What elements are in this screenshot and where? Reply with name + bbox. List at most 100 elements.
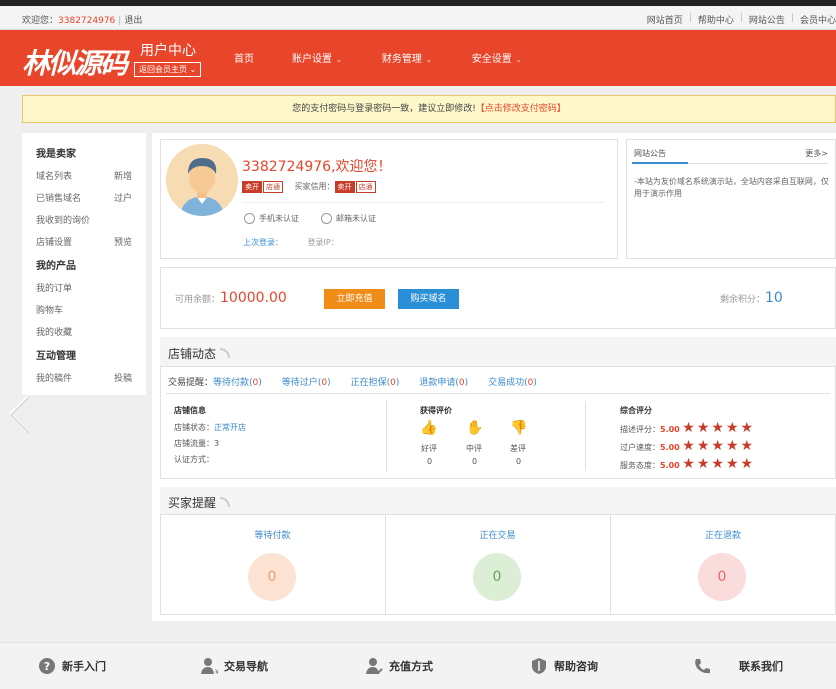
balance-label: 可用余额： bbox=[175, 295, 221, 305]
back-to-member-select[interactable]: 返回会员主页 ⌄ bbox=[134, 62, 202, 77]
shop-status-row: 店铺状态：正常开店 bbox=[174, 422, 246, 433]
sidebar-item-favorites[interactable]: 我的收藏 bbox=[36, 325, 72, 338]
home-link[interactable]: 网站首页 bbox=[647, 13, 683, 26]
sidebar-item-add[interactable]: 新增 bbox=[114, 169, 132, 182]
footer-contact-label: 联系我们 bbox=[739, 660, 783, 673]
shop-traffic-label: 店铺流量： bbox=[174, 439, 214, 448]
remind-trading-count[interactable]: 0 bbox=[473, 553, 521, 601]
shop-dynamics-title: 店铺动态 bbox=[168, 345, 231, 362]
site-logo[interactable]: 林似源码 bbox=[22, 42, 128, 82]
trade-tips-label: 交易提醒： bbox=[168, 378, 214, 388]
remind-refunding-label[interactable]: 正在退款 bbox=[610, 528, 836, 541]
divider bbox=[242, 202, 604, 203]
help-center-link[interactable]: 帮助中心 bbox=[698, 13, 734, 26]
recharge-button[interactable]: 立即充值 bbox=[324, 289, 385, 309]
announcement-content[interactable]: -本站为友价域名系统演示站，全站内容采自互联网，仅用于演示作用 bbox=[634, 176, 830, 200]
remind-wait-pay-label[interactable]: 等待付款 bbox=[160, 528, 385, 541]
tip-wait-transfer[interactable]: 等待过户(0) bbox=[282, 375, 331, 388]
nav-account-settings[interactable]: 账户设置 ⌄ bbox=[292, 50, 342, 65]
footer-newbie-label: 新手入门 bbox=[62, 660, 106, 673]
score-value: 5.00 bbox=[660, 443, 680, 452]
nav-security-label: 安全设置 bbox=[471, 54, 512, 65]
last-login-label: 上次登录： bbox=[243, 238, 283, 247]
change-pay-password-link[interactable]: 【点击修改支付密码】 bbox=[476, 104, 566, 114]
logout-link[interactable]: 退出 bbox=[124, 16, 142, 26]
tip-wait-transfer-count: 0 bbox=[321, 378, 328, 388]
buy-domain-button[interactable]: 购买域名 bbox=[398, 289, 459, 309]
score-label: 描述评分： bbox=[620, 425, 660, 434]
tip-wait-pay[interactable]: 等待付款(0) bbox=[213, 375, 262, 388]
user-money-icon: ¥ bbox=[201, 658, 218, 675]
sidebar-item-submit[interactable]: 投稿 bbox=[114, 371, 132, 384]
star-rating-icon: ★★★★★ bbox=[682, 438, 756, 454]
nav-home[interactable]: 首页 bbox=[234, 50, 254, 65]
divider: | bbox=[790, 13, 794, 23]
credit-row: 卖开 店通 买家信用： 卖开 店通 bbox=[242, 181, 377, 193]
avatar[interactable] bbox=[166, 144, 238, 216]
tip-success[interactable]: 交易成功(0) bbox=[488, 375, 537, 388]
nav-finance[interactable]: 财务管理 ⌄ bbox=[382, 50, 432, 65]
chevron-left-icon[interactable] bbox=[4, 392, 34, 436]
hand-neutral-icon: ✋ bbox=[466, 420, 484, 436]
nav-security[interactable]: 安全设置 ⌄ bbox=[472, 50, 522, 65]
footer-trade-guide[interactable]: ¥ 交易导航 bbox=[200, 657, 268, 675]
good-rating-label: 好评 bbox=[421, 444, 437, 453]
phone-verify-status[interactable]: 手机未认证 bbox=[259, 213, 299, 224]
announcement-tab-underline bbox=[632, 162, 688, 164]
shop-dynamics-header bbox=[160, 337, 836, 367]
sidebar-item-orders[interactable]: 我的订单 bbox=[36, 281, 72, 294]
shop-status-value[interactable]: 正常开店 bbox=[214, 423, 246, 432]
points-value: 10 bbox=[765, 290, 783, 306]
score-row-speed: 过户速度：5.00 ★★★★★ bbox=[620, 438, 755, 456]
divider: | bbox=[688, 13, 692, 23]
tip-refund[interactable]: 退款申请(0) bbox=[419, 375, 468, 388]
points-row: 剩余积分： 10 bbox=[720, 290, 783, 306]
cert-label: 认证方式： bbox=[174, 455, 214, 464]
sidebar: 我是卖家 域名列表 新增 已销售域名 过户 我收到的询价 店铺设置 预览 我的产… bbox=[22, 133, 146, 395]
sidebar-item-preview[interactable]: 预览 bbox=[114, 235, 132, 248]
buyer-remind-title-text: 买家提醒 bbox=[168, 496, 217, 510]
chevron-down-icon: ⌄ bbox=[515, 56, 522, 64]
tip-guarantee[interactable]: 正在担保(0) bbox=[351, 375, 400, 388]
footer-contact[interactable]: 联系我们 bbox=[693, 657, 783, 675]
tip-guarantee-label: 正在担保 bbox=[350, 378, 387, 388]
bad-rating-count: 0 bbox=[516, 457, 522, 466]
svg-text:¥: ¥ bbox=[215, 668, 218, 675]
good-rating-count: 0 bbox=[427, 457, 433, 466]
sidebar-item-cart[interactable]: 购物车 bbox=[36, 303, 63, 316]
welcome-area: 欢迎您：3382724976 | 退出 bbox=[22, 13, 142, 26]
user-phone-link[interactable]: 3382724976 bbox=[58, 16, 115, 26]
bad-rating-label: 差评 bbox=[510, 444, 526, 453]
star-rating-icon: ★★★★★ bbox=[682, 420, 756, 436]
footer-help-label: 帮助咨询 bbox=[554, 660, 598, 673]
announcement-link[interactable]: 网站公告 bbox=[749, 13, 785, 26]
sidebar-item-inquiries[interactable]: 我收到的询价 bbox=[36, 213, 90, 226]
sidebar-item-transfer[interactable]: 过户 bbox=[114, 191, 132, 204]
nav-finance-label: 财务管理 bbox=[381, 54, 422, 65]
seller-credit-badge: 卖开 bbox=[242, 181, 262, 193]
sidebar-item-sold-domains[interactable]: 已销售域名 bbox=[36, 191, 81, 204]
announcement-more-link[interactable]: 更多> bbox=[805, 148, 828, 159]
login-info: 上次登录： 登录IP： bbox=[243, 237, 339, 248]
remind-refunding-count[interactable]: 0 bbox=[698, 553, 746, 601]
footer-recharge[interactable]: 充值方式 bbox=[365, 657, 433, 675]
trade-tips: 交易提醒： 等待付款(0) 等待过户(0) 正在担保(0) 退款申请(0) 交易… bbox=[168, 375, 537, 388]
rss-icon bbox=[220, 497, 231, 507]
top-bar: 欢迎您：3382724976 | 退出 网站首页 | 帮助中心 | 网站公告 | 会员中心 bbox=[0, 6, 836, 30]
member-center-link[interactable]: 会员中心 bbox=[800, 13, 836, 26]
remind-trading-label[interactable]: 正在交易 bbox=[385, 528, 610, 541]
footer-newbie[interactable]: ? 新手入门 bbox=[38, 657, 106, 675]
email-verify-status[interactable]: 邮箱未认证 bbox=[336, 213, 376, 224]
shop-traffic-value: 3 bbox=[214, 439, 220, 448]
verification-row: 手机未认证 邮箱未认证 bbox=[244, 213, 376, 224]
score-row-description: 描述评分：5.00 ★★★★★ bbox=[620, 420, 755, 438]
shop-status-label: 店铺状态： bbox=[174, 423, 214, 432]
remind-wait-pay-count[interactable]: 0 bbox=[248, 553, 296, 601]
sidebar-item-shop-settings[interactable]: 店铺设置 bbox=[36, 235, 72, 248]
sidebar-item-manuscripts[interactable]: 我的稿件 bbox=[36, 371, 72, 384]
notice-text: 您的支付密码与登录密码一致，建议立即修改! bbox=[292, 104, 476, 114]
footer-help[interactable]: 帮助咨询 bbox=[530, 657, 598, 675]
sidebar-item-domain-list[interactable]: 域名列表 bbox=[36, 169, 72, 182]
nav-account-label: 账户设置 bbox=[292, 54, 332, 65]
rss-icon bbox=[220, 348, 231, 358]
